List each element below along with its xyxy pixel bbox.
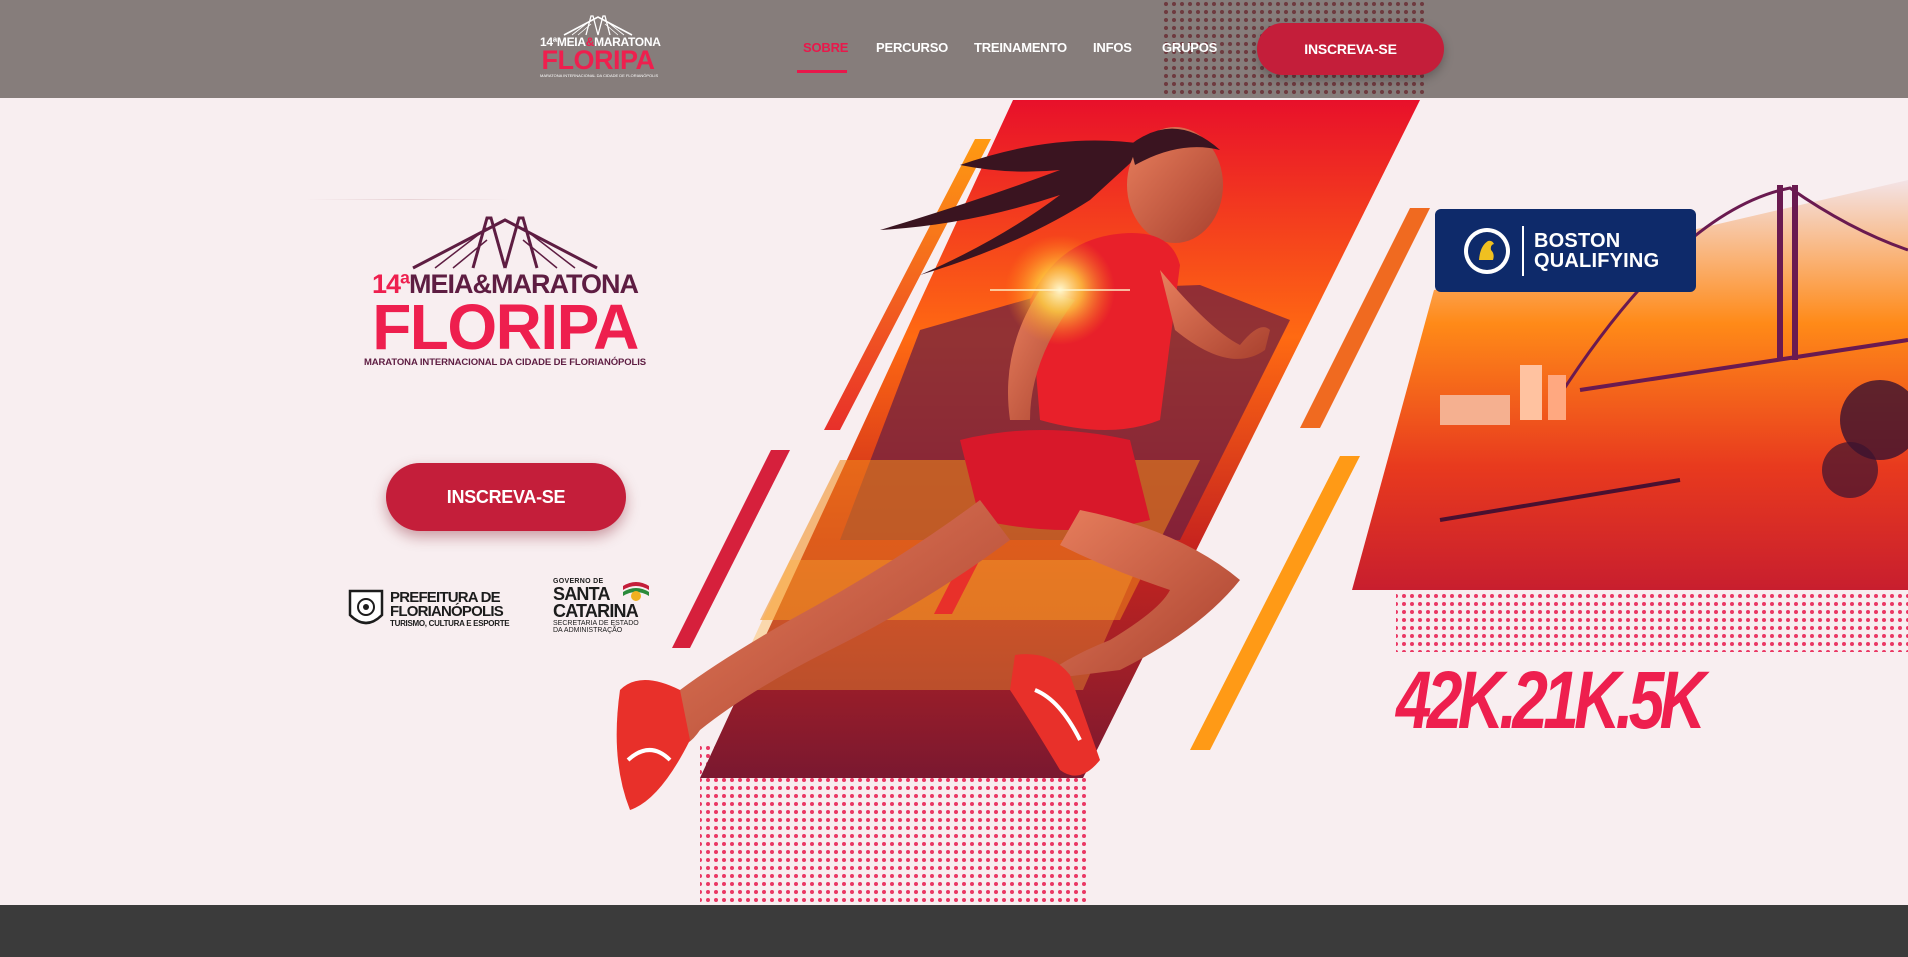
header-logo[interactable]: 14ªMEIA&MARATONA FLORIPA MARATONA INTERN… (540, 14, 661, 82)
bridge-icon (412, 216, 598, 270)
prefeitura-logo: PREFEITURA DE FLORIANÓPOLIS TURISMO, CUL… (348, 586, 514, 632)
nav-active-indicator (797, 70, 847, 73)
governo-line3: CATARINA (553, 601, 639, 621)
next-section-band (0, 905, 1908, 957)
prefeitura-line3: TURISMO, CULTURA E ESPORTE (390, 618, 510, 628)
hero-logo-title: FLORIPA (372, 291, 639, 363)
bridge-icon (563, 15, 633, 36)
boston-line1: BOSTON (1534, 229, 1621, 252)
governo-line4: SECRETARIA DE ESTADO (553, 620, 639, 627)
governo-sc-logo: GOVERNO DE SANTA CATARINA SECRETARIA DE … (553, 578, 653, 638)
header-register-button[interactable]: INSCREVA-SE (1257, 23, 1444, 75)
nav-item-grupos[interactable]: GRUPOS (1162, 40, 1217, 55)
nav-item-percurso[interactable]: PERCURSO (876, 40, 948, 55)
race-distances: 42K.21K.5K (1396, 655, 1706, 746)
header-logo-title: FLORIPA (541, 45, 656, 75)
hero-divider-line (305, 199, 510, 200)
governo-line5: DA ADMINISTRAÇÃO (553, 627, 623, 634)
hero-artwork (616, 100, 1908, 905)
nav-item-treinamento[interactable]: TREINAMENTO (974, 40, 1067, 55)
runner-illustration (616, 127, 1270, 810)
boston-marathon-seal-icon (1464, 227, 1510, 274)
site-header: 14ªMEIA&MARATONA FLORIPA MARATONA INTERN… (0, 0, 1908, 98)
prefeitura-line2: FLORIANÓPOLIS (390, 602, 504, 620)
nav-item-infos[interactable]: INFOS (1093, 40, 1132, 55)
hero-logo: 14ªMEIA&MARATONA FLORIPA MARATONA INTERN… (360, 214, 650, 370)
hero-logo-subtitle: MARATONA INTERNACIONAL DA CIDADE DE FLOR… (363, 357, 647, 368)
hero-register-button[interactable]: INSCREVA-SE (386, 463, 626, 531)
boston-line2: QUALIFYING (1534, 249, 1660, 272)
coat-of-arms-icon (348, 589, 384, 625)
header-logo-subtitle: MARATONA INTERNACIONAL DA CIDADE DE FLOR… (540, 73, 659, 78)
nav-item-sobre[interactable]: SOBRE (803, 40, 848, 55)
boston-qualifying-badge: BOSTON QUALIFYING (1435, 209, 1696, 292)
badge-divider (1522, 225, 1524, 276)
flag-icon (623, 582, 649, 601)
